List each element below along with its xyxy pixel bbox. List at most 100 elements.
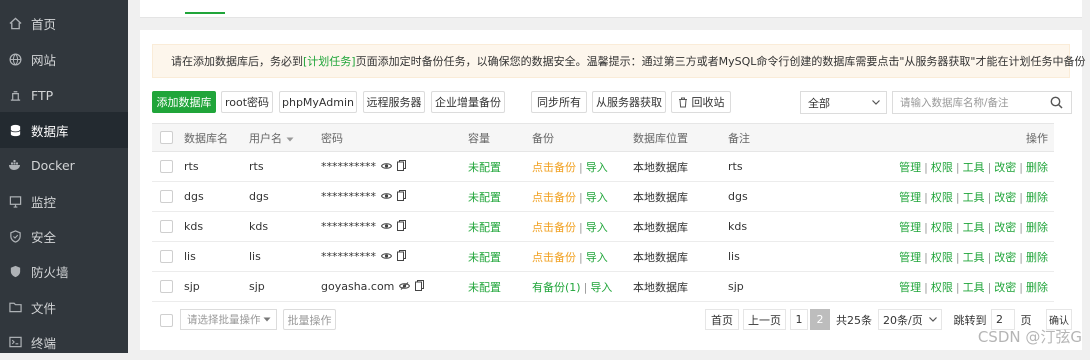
copy-icon[interactable] [397,189,406,204]
pager-first[interactable]: 首页 [705,309,739,330]
import-link[interactable]: 导入 [586,221,608,234]
sort-icon[interactable] [286,137,294,142]
cell-remark[interactable]: sjp [728,271,888,302]
copy-icon[interactable] [397,219,406,234]
backup-link[interactable]: 有备份(1) [532,281,581,294]
op-link-0[interactable]: 管理 [899,221,921,234]
footer-select-all-checkbox[interactable] [160,314,173,327]
backup-link[interactable]: 点击备份 [532,191,576,204]
op-link-1[interactable]: 权限 [931,251,953,264]
pager-prev[interactable]: 上一页 [743,309,786,330]
batch-action-button[interactable]: 批量操作 [283,309,336,330]
row-checkbox[interactable] [160,160,173,174]
cell-remark[interactable]: kds [728,211,888,242]
cron-task-link[interactable]: [计划任务] [303,53,356,69]
op-link-3[interactable]: 改密 [994,281,1016,294]
sidebar-item-security[interactable]: 安全 [0,218,128,254]
pager-size-select[interactable]: 20条/页 [878,309,942,330]
op-link-2[interactable]: 工具 [963,251,985,264]
op-link-4[interactable]: 删除 [1026,281,1048,294]
cell-operations: 管理 | 权限 | 工具 | 改密 | 删除 [888,181,1054,212]
op-link-2[interactable]: 工具 [963,281,985,294]
col-header-user[interactable]: 用户名 [249,123,321,152]
toggle-password-icon[interactable] [380,160,393,173]
fetch-from-server-button[interactable]: 从服务器获取 [592,91,666,113]
op-link-4[interactable]: 删除 [1026,191,1048,204]
toggle-password-icon[interactable] [380,220,393,233]
sidebar-item-website[interactable]: 网站 [0,41,128,77]
cell-capacity[interactable]: 未配置 [468,151,532,182]
backup-link[interactable]: 点击备份 [532,221,576,234]
op-link-1[interactable]: 权限 [931,191,953,204]
row-checkbox[interactable] [160,280,173,294]
cell-remark[interactable]: rts [728,151,888,182]
backup-link[interactable]: 点击备份 [532,251,576,264]
incremental-backup-button[interactable]: 企业增量备份 [431,91,505,113]
cell-remark[interactable]: lis [728,241,888,272]
db-filter-select[interactable]: 全部 [800,91,887,114]
op-link-2[interactable]: 工具 [963,221,985,234]
op-link-2[interactable]: 工具 [963,161,985,174]
op-link-2[interactable]: 工具 [963,191,985,204]
sidebar-item-firewall[interactable]: 防火墙 [0,253,128,289]
import-link[interactable]: 导入 [586,191,608,204]
sidebar-item-home[interactable]: 首页 [0,5,128,41]
sidebar-item-docker[interactable]: Docker [0,147,128,183]
notice-text-prefix: 请在添加数据库后，务必到 [171,55,303,68]
recycle-bin-button[interactable]: 回收站 [671,91,731,113]
copy-icon[interactable] [397,159,406,174]
db-search-input[interactable]: 请输入数据库名称/备注 [900,95,1050,110]
cell-capacity[interactable]: 未配置 [468,241,532,272]
sidebar-item-ftp[interactable]: FTP [0,77,128,113]
batch-action-select[interactable]: 请选择批量操作 [180,309,277,330]
backup-link[interactable]: 点击备份 [532,161,576,174]
import-link[interactable]: 导入 [586,251,608,264]
phpmyadmin-button[interactable]: phpMyAdmin [279,91,357,113]
pager-page-1[interactable]: 1 [790,309,808,330]
import-link[interactable]: 导入 [586,161,608,174]
db-filter-value: 全部 [808,96,830,110]
op-link-4[interactable]: 删除 [1026,251,1048,264]
op-link-1[interactable]: 权限 [931,161,953,174]
pager-page-2[interactable]: 2 [810,309,830,330]
root-password-button[interactable]: root密码 [221,91,273,113]
op-link-3[interactable]: 改密 [994,191,1016,204]
op-link-4[interactable]: 删除 [1026,221,1048,234]
sidebar-item-terminal[interactable]: 终端 [0,324,128,360]
cell-capacity[interactable]: 未配置 [468,211,532,242]
op-link-1[interactable]: 权限 [931,281,953,294]
tab-active-indicator[interactable] [185,12,225,14]
op-link-4[interactable]: 删除 [1026,161,1048,174]
copy-icon[interactable] [415,279,425,294]
toggle-password-icon[interactable] [399,280,411,293]
sidebar-item-files[interactable]: 文件 [0,289,128,325]
op-link-0[interactable]: 管理 [899,251,921,264]
op-link-0[interactable]: 管理 [899,161,921,174]
cell-capacity[interactable]: 未配置 [468,181,532,212]
cell-capacity[interactable]: 未配置 [468,271,532,302]
op-link-1[interactable]: 权限 [931,221,953,234]
op-link-3[interactable]: 改密 [994,161,1016,174]
op-link-0[interactable]: 管理 [899,281,921,294]
row-checkbox[interactable] [160,250,173,264]
sidebar-item-database[interactable]: 数据库 [0,112,128,148]
copy-icon[interactable] [397,249,406,264]
op-link-0[interactable]: 管理 [899,191,921,204]
row-checkbox[interactable] [160,220,173,234]
sync-all-button[interactable]: 同步所有 [531,91,587,113]
select-all-checkbox[interactable] [160,131,173,145]
notice-text-suffix: 页面添加定时备份任务，以确保您的数据安全。温馨提示：通过第三方或者MySQL命令… [355,55,1086,68]
col-header-name[interactable]: 数据库名 [184,123,249,152]
op-link-3[interactable]: 改密 [994,251,1016,264]
db-search-box[interactable]: 请输入数据库名称/备注 [892,91,1072,114]
add-database-button[interactable]: 添加数据库 [152,91,216,113]
toggle-password-icon[interactable] [380,250,393,263]
op-link-3[interactable]: 改密 [994,221,1016,234]
toggle-password-icon[interactable] [380,190,393,203]
search-icon[interactable] [1050,96,1063,109]
sidebar-item-monitor[interactable]: 监控 [0,183,128,219]
cell-remark[interactable]: dgs [728,181,888,212]
row-checkbox[interactable] [160,190,173,204]
remote-server-button[interactable]: 远程服务器 [363,91,425,113]
import-link[interactable]: 导入 [590,281,612,294]
